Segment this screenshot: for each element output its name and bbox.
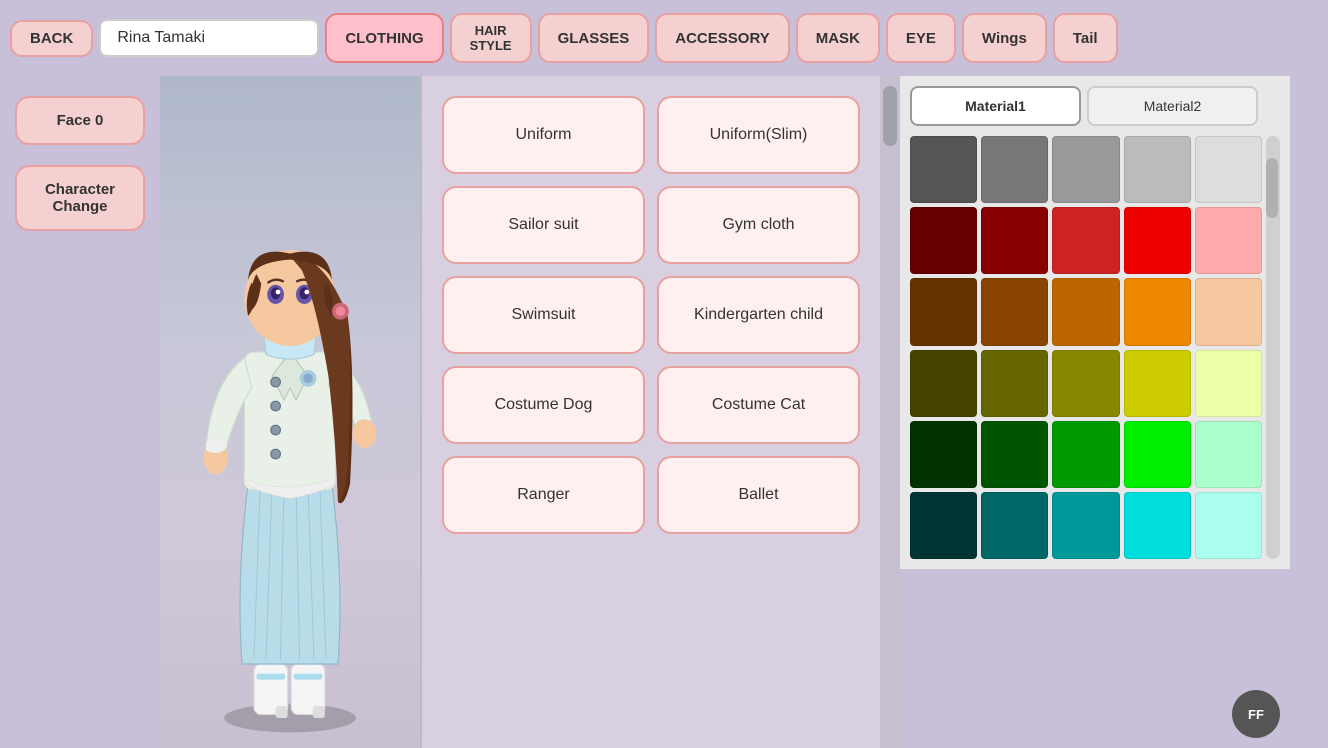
color-swatch-29[interactable] xyxy=(1195,492,1262,559)
tab-wings[interactable]: Wings xyxy=(962,13,1047,63)
main-content: Face 0 Character Change xyxy=(0,76,1328,748)
tab-hair_style[interactable]: HAIR STYLE xyxy=(450,13,532,63)
color-swatch-3[interactable] xyxy=(1124,136,1191,203)
material2-tab[interactable]: Material2 xyxy=(1087,86,1258,126)
color-panel: Material1 Material2 xyxy=(900,76,1290,569)
color-swatch-25[interactable] xyxy=(910,492,977,559)
clothing-panel-wrapper: UniformUniform(Slim)Sailor suitGym cloth… xyxy=(420,76,900,748)
color-swatch-0[interactable] xyxy=(910,136,977,203)
tab-glasses[interactable]: GLASSES xyxy=(538,13,650,63)
tab-tail[interactable]: Tail xyxy=(1053,13,1118,63)
color-swatch-4[interactable] xyxy=(1195,136,1262,203)
color-swatch-10[interactable] xyxy=(910,278,977,345)
top-bar: BACK CLOTHINGHAIR STYLEGLASSESACCESSORYM… xyxy=(0,0,1328,76)
tab-clothing[interactable]: CLOTHING xyxy=(325,13,443,63)
clothing-grid: UniformUniform(Slim)Sailor suitGym cloth… xyxy=(434,88,868,542)
color-swatch-16[interactable] xyxy=(981,350,1048,417)
clothing-panel: UniformUniform(Slim)Sailor suitGym cloth… xyxy=(422,76,880,748)
color-panel-scrollbar[interactable] xyxy=(1266,136,1280,559)
scroll-thumb xyxy=(883,86,897,146)
color-swatch-5[interactable] xyxy=(910,207,977,274)
clothing-item-uniform_slim[interactable]: Uniform(Slim) xyxy=(657,96,860,174)
color-swatch-13[interactable] xyxy=(1124,278,1191,345)
back-button[interactable]: BACK xyxy=(10,20,93,57)
clothing-item-uniform[interactable]: Uniform xyxy=(442,96,645,174)
face-button[interactable]: Face 0 xyxy=(15,96,145,145)
character-viewport xyxy=(160,76,420,748)
color-swatch-12[interactable] xyxy=(1052,278,1119,345)
clothing-item-sailor_suit[interactable]: Sailor suit xyxy=(442,186,645,264)
color-grid xyxy=(910,136,1262,559)
color-swatch-18[interactable] xyxy=(1124,350,1191,417)
color-swatch-14[interactable] xyxy=(1195,278,1262,345)
color-swatch-23[interactable] xyxy=(1124,421,1191,488)
clothing-item-costume_dog[interactable]: Costume Dog xyxy=(442,366,645,444)
material1-tab[interactable]: Material1 xyxy=(910,86,1081,126)
color-swatch-9[interactable] xyxy=(1195,207,1262,274)
tab-accessory[interactable]: ACCESSORY xyxy=(655,13,789,63)
clothing-item-ballet[interactable]: Ballet xyxy=(657,456,860,534)
color-swatch-28[interactable] xyxy=(1124,492,1191,559)
color-swatch-22[interactable] xyxy=(1052,421,1119,488)
color-swatch-27[interactable] xyxy=(1052,492,1119,559)
character-figure xyxy=(160,76,420,748)
left-sidebar: Face 0 Character Change xyxy=(0,76,160,748)
color-scroll-thumb xyxy=(1266,158,1278,218)
tab-eye[interactable]: EYE xyxy=(886,13,956,63)
color-swatch-1[interactable] xyxy=(981,136,1048,203)
character-change-button[interactable]: Character Change xyxy=(15,165,145,231)
color-swatch-11[interactable] xyxy=(981,278,1048,345)
color-swatch-19[interactable] xyxy=(1195,350,1262,417)
color-swatch-7[interactable] xyxy=(1052,207,1119,274)
character-name-input[interactable] xyxy=(99,19,319,57)
clothing-item-ranger[interactable]: Ranger xyxy=(442,456,645,534)
tab-group: CLOTHINGHAIR STYLEGLASSESACCESSORYMASKEY… xyxy=(325,13,1117,63)
clothing-item-gym_cloth[interactable]: Gym cloth xyxy=(657,186,860,264)
color-swatch-2[interactable] xyxy=(1052,136,1119,203)
clothing-item-kindergarten_child[interactable]: Kindergarten child xyxy=(657,276,860,354)
color-swatch-20[interactable] xyxy=(910,421,977,488)
color-panel-wrapper: Material1 Material2 FF xyxy=(900,76,1290,748)
color-swatch-15[interactable] xyxy=(910,350,977,417)
color-swatch-26[interactable] xyxy=(981,492,1048,559)
color-swatch-8[interactable] xyxy=(1124,207,1191,274)
color-area xyxy=(910,136,1280,559)
material-tabs: Material1 Material2 xyxy=(910,86,1280,126)
clothing-scrollbar[interactable] xyxy=(880,76,900,748)
clothing-item-swimsuit[interactable]: Swimsuit xyxy=(442,276,645,354)
color-swatch-24[interactable] xyxy=(1195,421,1262,488)
clothing-item-costume_cat[interactable]: Costume Cat xyxy=(657,366,860,444)
tab-mask[interactable]: MASK xyxy=(796,13,880,63)
color-swatch-17[interactable] xyxy=(1052,350,1119,417)
color-swatch-6[interactable] xyxy=(981,207,1048,274)
ff-button[interactable]: FF xyxy=(1232,690,1280,738)
color-swatch-21[interactable] xyxy=(981,421,1048,488)
